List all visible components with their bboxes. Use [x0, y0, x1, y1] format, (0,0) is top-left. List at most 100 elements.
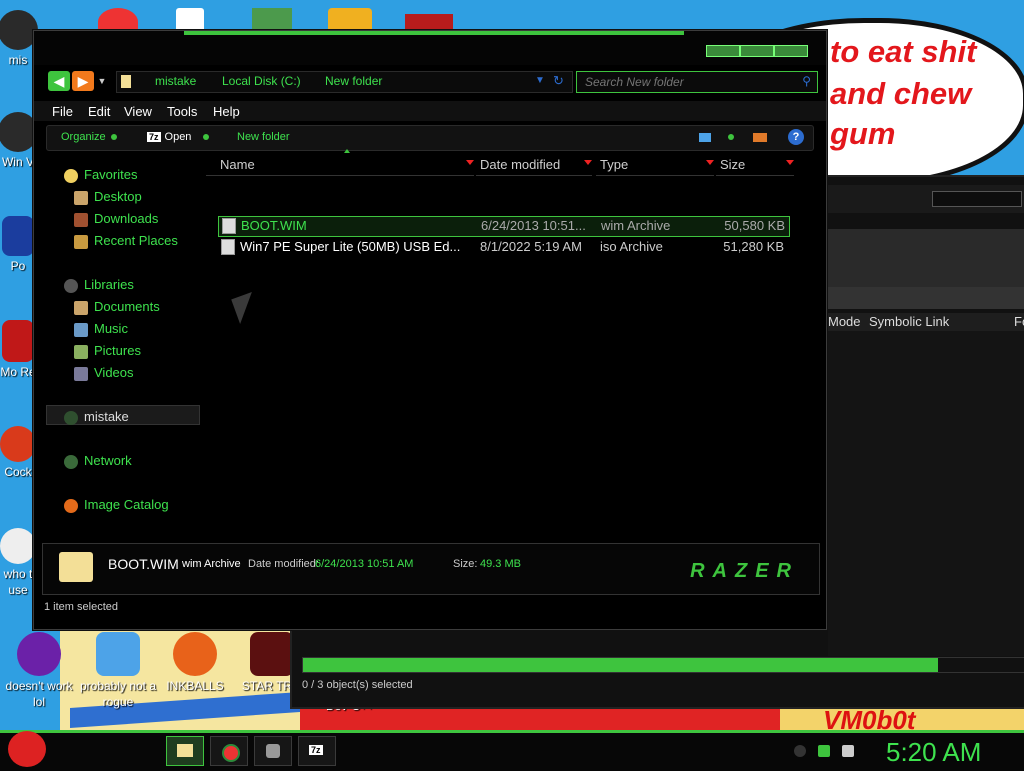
details-name: BOOT.WIM [108, 556, 179, 572]
nav-videos[interactable]: Videos [74, 365, 134, 381]
preview-pane-icon[interactable] [753, 133, 767, 142]
nav-label: Pictures [94, 343, 141, 358]
new-folder-button[interactable]: New folder [237, 131, 290, 143]
network-tray-icon[interactable] [818, 745, 830, 757]
nav-downloads[interactable]: Downloads [74, 211, 158, 227]
nav-label: Desktop [94, 189, 142, 204]
dropdown-icon[interactable]: ▼ [535, 75, 545, 86]
taskbar-tools[interactable] [254, 736, 292, 766]
taskbar-7zip[interactable]: 7z [298, 736, 336, 766]
nav-network[interactable]: Network [64, 453, 132, 469]
column-name[interactable]: Name [206, 149, 474, 176]
background-status: 0 / 3 object(s) selected [302, 679, 413, 691]
minimize-button[interactable] [706, 45, 740, 57]
menu-view[interactable]: View [124, 104, 152, 119]
open-button[interactable]: 7z Open [147, 131, 210, 143]
nav-image-catalog[interactable]: Image Catalog [64, 497, 169, 513]
nav-recent-places[interactable]: Recent Places [74, 233, 178, 249]
start-button[interactable] [8, 731, 46, 767]
file-date: 6/24/2013 10:51... [481, 218, 586, 233]
desktop-icon-rogue[interactable]: probably not a rogue [78, 632, 158, 710]
app-icon [2, 320, 34, 362]
background-address-bar [828, 287, 1024, 309]
address-field[interactable]: mistake Local Disk (C:) New folder ▼ ↻ [116, 71, 573, 93]
column-type[interactable]: Type [596, 153, 714, 176]
gears-icon [96, 632, 140, 676]
app-icon [0, 426, 36, 462]
filter-icon[interactable] [466, 160, 474, 165]
taskbar-explorer[interactable] [166, 736, 204, 766]
maximize-button[interactable] [740, 45, 774, 57]
document-icon [2, 216, 34, 256]
column-fo[interactable]: Fo [1014, 314, 1024, 329]
forward-button[interactable]: ▶ [72, 71, 94, 91]
search-field[interactable]: ⚲ [576, 71, 818, 93]
nav-libraries[interactable]: Libraries [64, 277, 134, 293]
search-icon[interactable]: ⚲ [802, 74, 811, 88]
taskbar: 7z 5:20 AM [0, 730, 1024, 771]
sort-icon [344, 149, 350, 153]
column-date-modified[interactable]: Date modified [476, 153, 592, 176]
nav-homegroup[interactable]: mistake [64, 409, 129, 425]
menu-file[interactable]: File [52, 104, 73, 119]
column-mode[interactable]: Mode [828, 314, 861, 329]
organize-button[interactable]: Organize [61, 131, 117, 143]
explorer-window[interactable]: ◀ ▶ ▼ mistake Local Disk (C:) New folder… [33, 30, 827, 630]
nav-label: Favorites [84, 167, 138, 182]
documents-icon [74, 300, 88, 315]
file-row[interactable]: Win7 PE Super Lite (50MB) USB Ed... 8/1/… [218, 238, 788, 257]
details-date-value: 6/24/2013 10:51 AM [315, 558, 414, 570]
breadcrumb-local-disk[interactable]: Local Disk (C:) [222, 74, 301, 88]
nav-favorites[interactable]: Favorites [64, 167, 137, 183]
menu-edit[interactable]: Edit [88, 104, 110, 119]
title-bar[interactable] [34, 31, 826, 65]
background-panel [828, 229, 1024, 287]
progress-bar [302, 657, 1024, 673]
filter-icon[interactable] [786, 160, 794, 165]
search-input[interactable] [577, 72, 787, 92]
menu-help[interactable]: Help [213, 104, 240, 119]
breadcrumb-mistake[interactable]: mistake [155, 74, 196, 88]
menu-tools[interactable]: Tools [167, 104, 197, 119]
wim-file-icon [59, 552, 93, 582]
column-size[interactable]: Size [716, 153, 794, 176]
image-catalog-icon [64, 498, 78, 513]
close-button[interactable] [774, 45, 808, 57]
desktop-icon-label: INKBALLS [166, 679, 224, 693]
help-icon[interactable]: ? [788, 129, 804, 145]
file-name: Win7 PE Super Lite (50MB) USB Ed... [240, 239, 461, 254]
tray-expand-icon[interactable] [794, 745, 806, 757]
desktop-icon-inkballs[interactable]: INKBALLS [155, 632, 235, 694]
game-icon [250, 632, 294, 676]
filter-icon[interactable] [584, 160, 592, 165]
wim-file-icon [222, 218, 236, 234]
volume-icon[interactable] [842, 745, 854, 757]
nav-documents[interactable]: Documents [74, 299, 160, 315]
nav-pictures[interactable]: Pictures [74, 343, 141, 359]
network-icon [64, 454, 78, 469]
view-options-icon[interactable] [728, 134, 734, 140]
view-icon[interactable] [699, 133, 711, 142]
column-label: Date modified [480, 157, 561, 172]
refresh-icon[interactable]: ↻ [553, 73, 564, 89]
nav-label: Downloads [94, 211, 159, 226]
desktop-icon-yahoo[interactable]: doesn't work lol [0, 632, 79, 710]
recent-pages-button[interactable]: ▼ [96, 71, 108, 91]
nav-music[interactable]: Music [74, 321, 128, 337]
filter-icon[interactable] [706, 160, 714, 165]
back-button[interactable]: ◀ [48, 71, 70, 91]
explorer-icon [177, 744, 193, 757]
clock[interactable]: 5:20 AM [886, 737, 981, 768]
window-controls[interactable] [932, 191, 1022, 207]
column-label: Size [720, 157, 746, 172]
column-label: Name [220, 157, 255, 172]
breadcrumb-new-folder[interactable]: New folder [325, 74, 382, 88]
open-label: Open [164, 131, 192, 143]
column-symbolic-link[interactable]: Symbolic Link [869, 314, 949, 329]
nav-desktop[interactable]: Desktop [74, 189, 142, 205]
file-row[interactable]: BOOT.WIM 6/24/2013 10:51... wim Archive … [218, 216, 790, 237]
desktop-icon-label: probably not a rogue [79, 679, 157, 709]
taskbar-chrome[interactable] [210, 736, 248, 766]
videos-icon [74, 366, 88, 381]
tools-icon [266, 744, 280, 758]
